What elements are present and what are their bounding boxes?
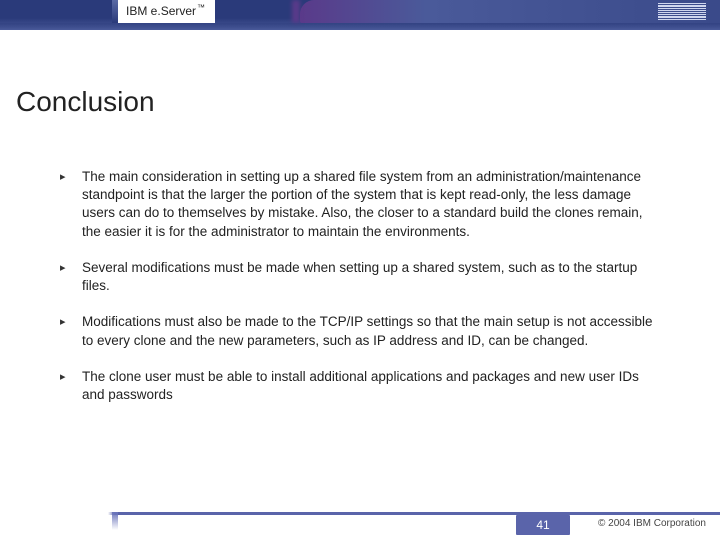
footer-accent xyxy=(112,512,118,530)
footer-bar: 41 © 2004 IBM Corporation xyxy=(0,512,720,540)
tm-symbol: ™ xyxy=(197,3,205,12)
brand-prefix: IBM e. xyxy=(126,4,161,18)
slide: IBM e.Server™ Conclusion ▸ The main cons… xyxy=(0,0,720,540)
brand-suffix: Server xyxy=(161,4,196,18)
list-item: ▸ Several modifications must be made whe… xyxy=(78,259,660,295)
brand-container: IBM e.Server™ xyxy=(118,0,215,23)
bullet-marker-icon: ▸ xyxy=(60,170,66,185)
header-bar: IBM e.Server™ xyxy=(0,0,720,30)
bullet-marker-icon: ▸ xyxy=(60,261,66,276)
list-item: ▸ The main consideration in setting up a… xyxy=(78,168,660,241)
page-title: Conclusion xyxy=(16,86,155,118)
bullet-marker-icon: ▸ xyxy=(60,315,66,330)
copyright-text: © 2004 IBM Corporation xyxy=(598,518,706,529)
bullet-marker-icon: ▸ xyxy=(60,370,66,385)
header-ribbon xyxy=(300,0,720,23)
page-number: 41 xyxy=(516,515,570,535)
bullet-text: The clone user must be able to install a… xyxy=(82,369,639,402)
bullet-list: ▸ The main consideration in setting up a… xyxy=(78,168,660,422)
brand-label: IBM e.Server™ xyxy=(126,3,205,18)
list-item: ▸ Modifications must also be made to the… xyxy=(78,313,660,349)
bullet-text: Modifications must also be made to the T… xyxy=(82,314,653,347)
footer-divider xyxy=(0,512,720,515)
ibm-logo xyxy=(658,3,706,20)
bullet-text: The main consideration in setting up a s… xyxy=(82,169,643,239)
header-shadow xyxy=(0,23,720,30)
list-item: ▸ The clone user must be able to install… xyxy=(78,368,660,404)
bullet-text: Several modifications must be made when … xyxy=(82,260,637,293)
